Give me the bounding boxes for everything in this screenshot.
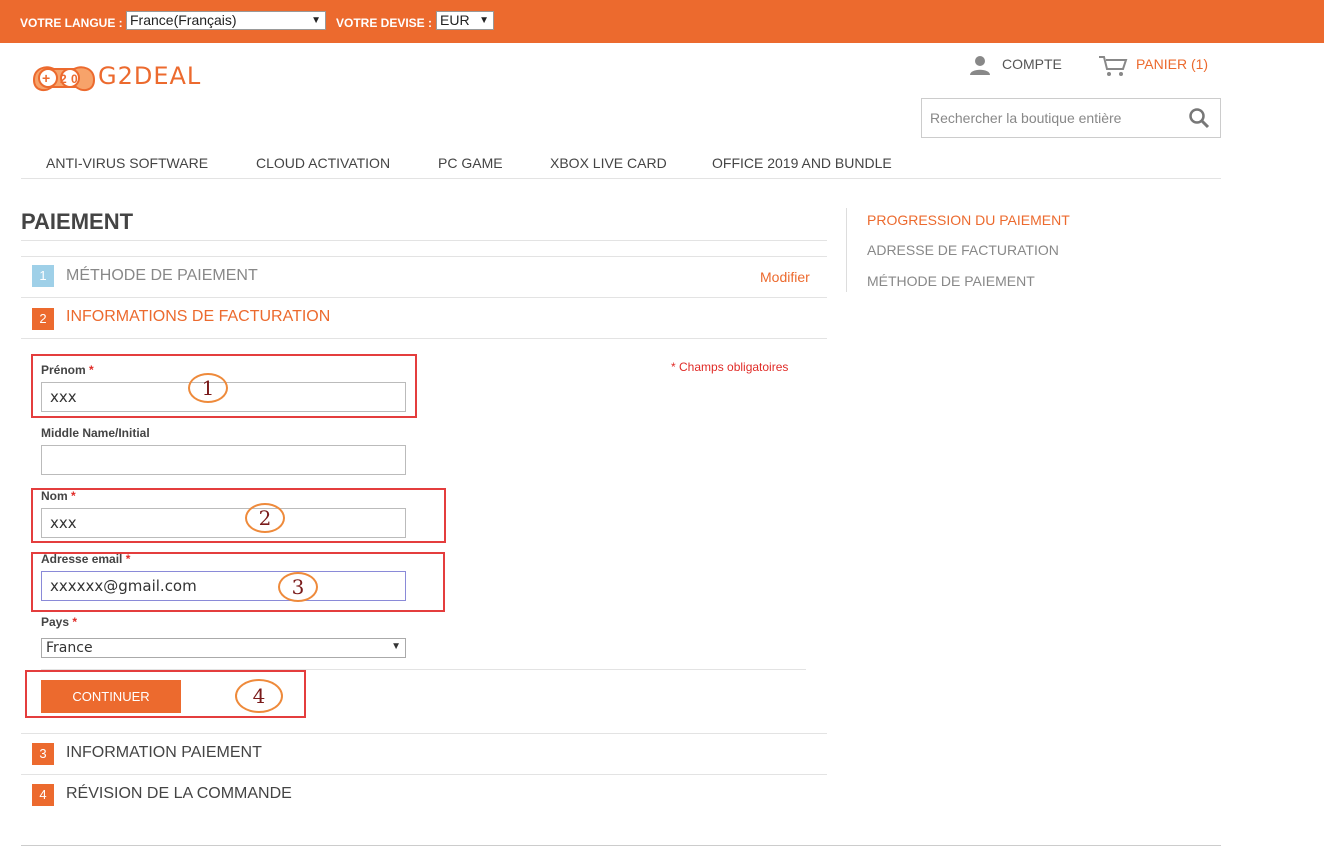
modify-link[interactable]: Modifier [760, 269, 810, 285]
search-input[interactable] [922, 99, 1196, 137]
site-logo[interactable]: + 2 0 G2DEAL [30, 60, 205, 94]
annotation-marker-1: 1 [188, 373, 228, 403]
step-1-number: 1 [32, 265, 54, 287]
footer-divider [21, 845, 1221, 846]
checkout-progress-sidebar: PROGRESSION DU PAIEMENT ADRESSE DE FACTU… [846, 208, 1147, 292]
step-divider [21, 338, 827, 339]
page-title: PAIEMENT [21, 209, 134, 234]
step-2-number: 2 [32, 308, 54, 330]
currency-select[interactable]: EUR ▼ [436, 11, 494, 30]
sidebar-item-payment-method[interactable]: MÉTHODE DE PAIEMENT [867, 273, 1035, 289]
user-icon [970, 56, 990, 75]
language-label: VOTRE LANGUE : [20, 16, 123, 30]
cart-label: PANIER (1) [1136, 56, 1209, 72]
step-1-title: MÉTHODE DE PAIEMENT [66, 267, 258, 284]
country-select[interactable]: France ▼ [41, 638, 406, 658]
step-4-number: 4 [32, 784, 54, 806]
country-select-value: France [46, 640, 93, 656]
logo-text: G2DEAL [98, 62, 202, 90]
nav-xbox-live-card[interactable]: XBOX LIVE CARD [550, 155, 667, 171]
middle-name-label: Middle Name/Initial [41, 426, 150, 440]
svg-text:0: 0 [71, 72, 78, 86]
annotation-marker-4: 4 [235, 679, 283, 713]
account-link[interactable]: COMPTE [968, 54, 1068, 78]
cart-icon [1099, 56, 1128, 76]
title-divider [21, 240, 827, 241]
language-select-value: France(Français) [130, 12, 237, 28]
nav-cloud-activation[interactable]: CLOUD ACTIVATION [256, 155, 390, 171]
sidebar-item-billing-address[interactable]: ADRESSE DE FACTURATION [867, 242, 1059, 258]
search-box [921, 98, 1221, 138]
chevron-down-icon: ▼ [311, 15, 321, 26]
nav-divider [21, 178, 1221, 179]
cart-link[interactable]: PANIER (1) [1098, 54, 1218, 78]
step-3-title: INFORMATION PAIEMENT [66, 744, 262, 761]
chevron-down-icon: ▼ [391, 641, 401, 652]
svg-text:+: + [42, 70, 50, 86]
language-select[interactable]: France(Français) ▼ [126, 11, 326, 30]
sidebar-title: PROGRESSION DU PAIEMENT [867, 212, 1070, 228]
annotation-marker-2: 2 [245, 503, 285, 533]
top-bar: VOTRE LANGUE : France(Français) ▼ VOTRE … [0, 0, 1324, 43]
annotation-marker-3: 3 [278, 572, 318, 602]
chevron-down-icon: ▼ [479, 15, 489, 26]
required-note: * Champs obligatoires [671, 360, 789, 374]
step-2-title: INFORMATIONS DE FACTURATION [66, 308, 331, 325]
annotation-box-3 [31, 552, 445, 612]
step-divider [21, 297, 827, 298]
currency-select-value: EUR [440, 12, 470, 28]
step-divider [21, 733, 827, 734]
step-4-title: RÉVISION DE LA COMMANDE [66, 785, 292, 802]
gamepad-logo-icon: + 2 0 [32, 66, 96, 92]
search-icon[interactable] [1188, 107, 1210, 129]
nav-office-2019-and-bundle[interactable]: OFFICE 2019 AND BUNDLE [712, 155, 892, 171]
currency-label: VOTRE DEVISE : [336, 16, 433, 30]
step-3-number: 3 [32, 743, 54, 765]
account-label: COMPTE [1002, 56, 1062, 72]
nav-anti-virus-software[interactable]: ANTI-VIRUS SOFTWARE [46, 155, 208, 171]
middle-name-field[interactable] [41, 445, 406, 475]
nav-pc-game[interactable]: PC GAME [438, 155, 503, 171]
step-divider [21, 774, 827, 775]
step-divider [21, 256, 827, 257]
annotation-box-2 [31, 488, 446, 543]
country-label: Pays * [41, 615, 78, 629]
svg-text:2: 2 [60, 72, 67, 86]
